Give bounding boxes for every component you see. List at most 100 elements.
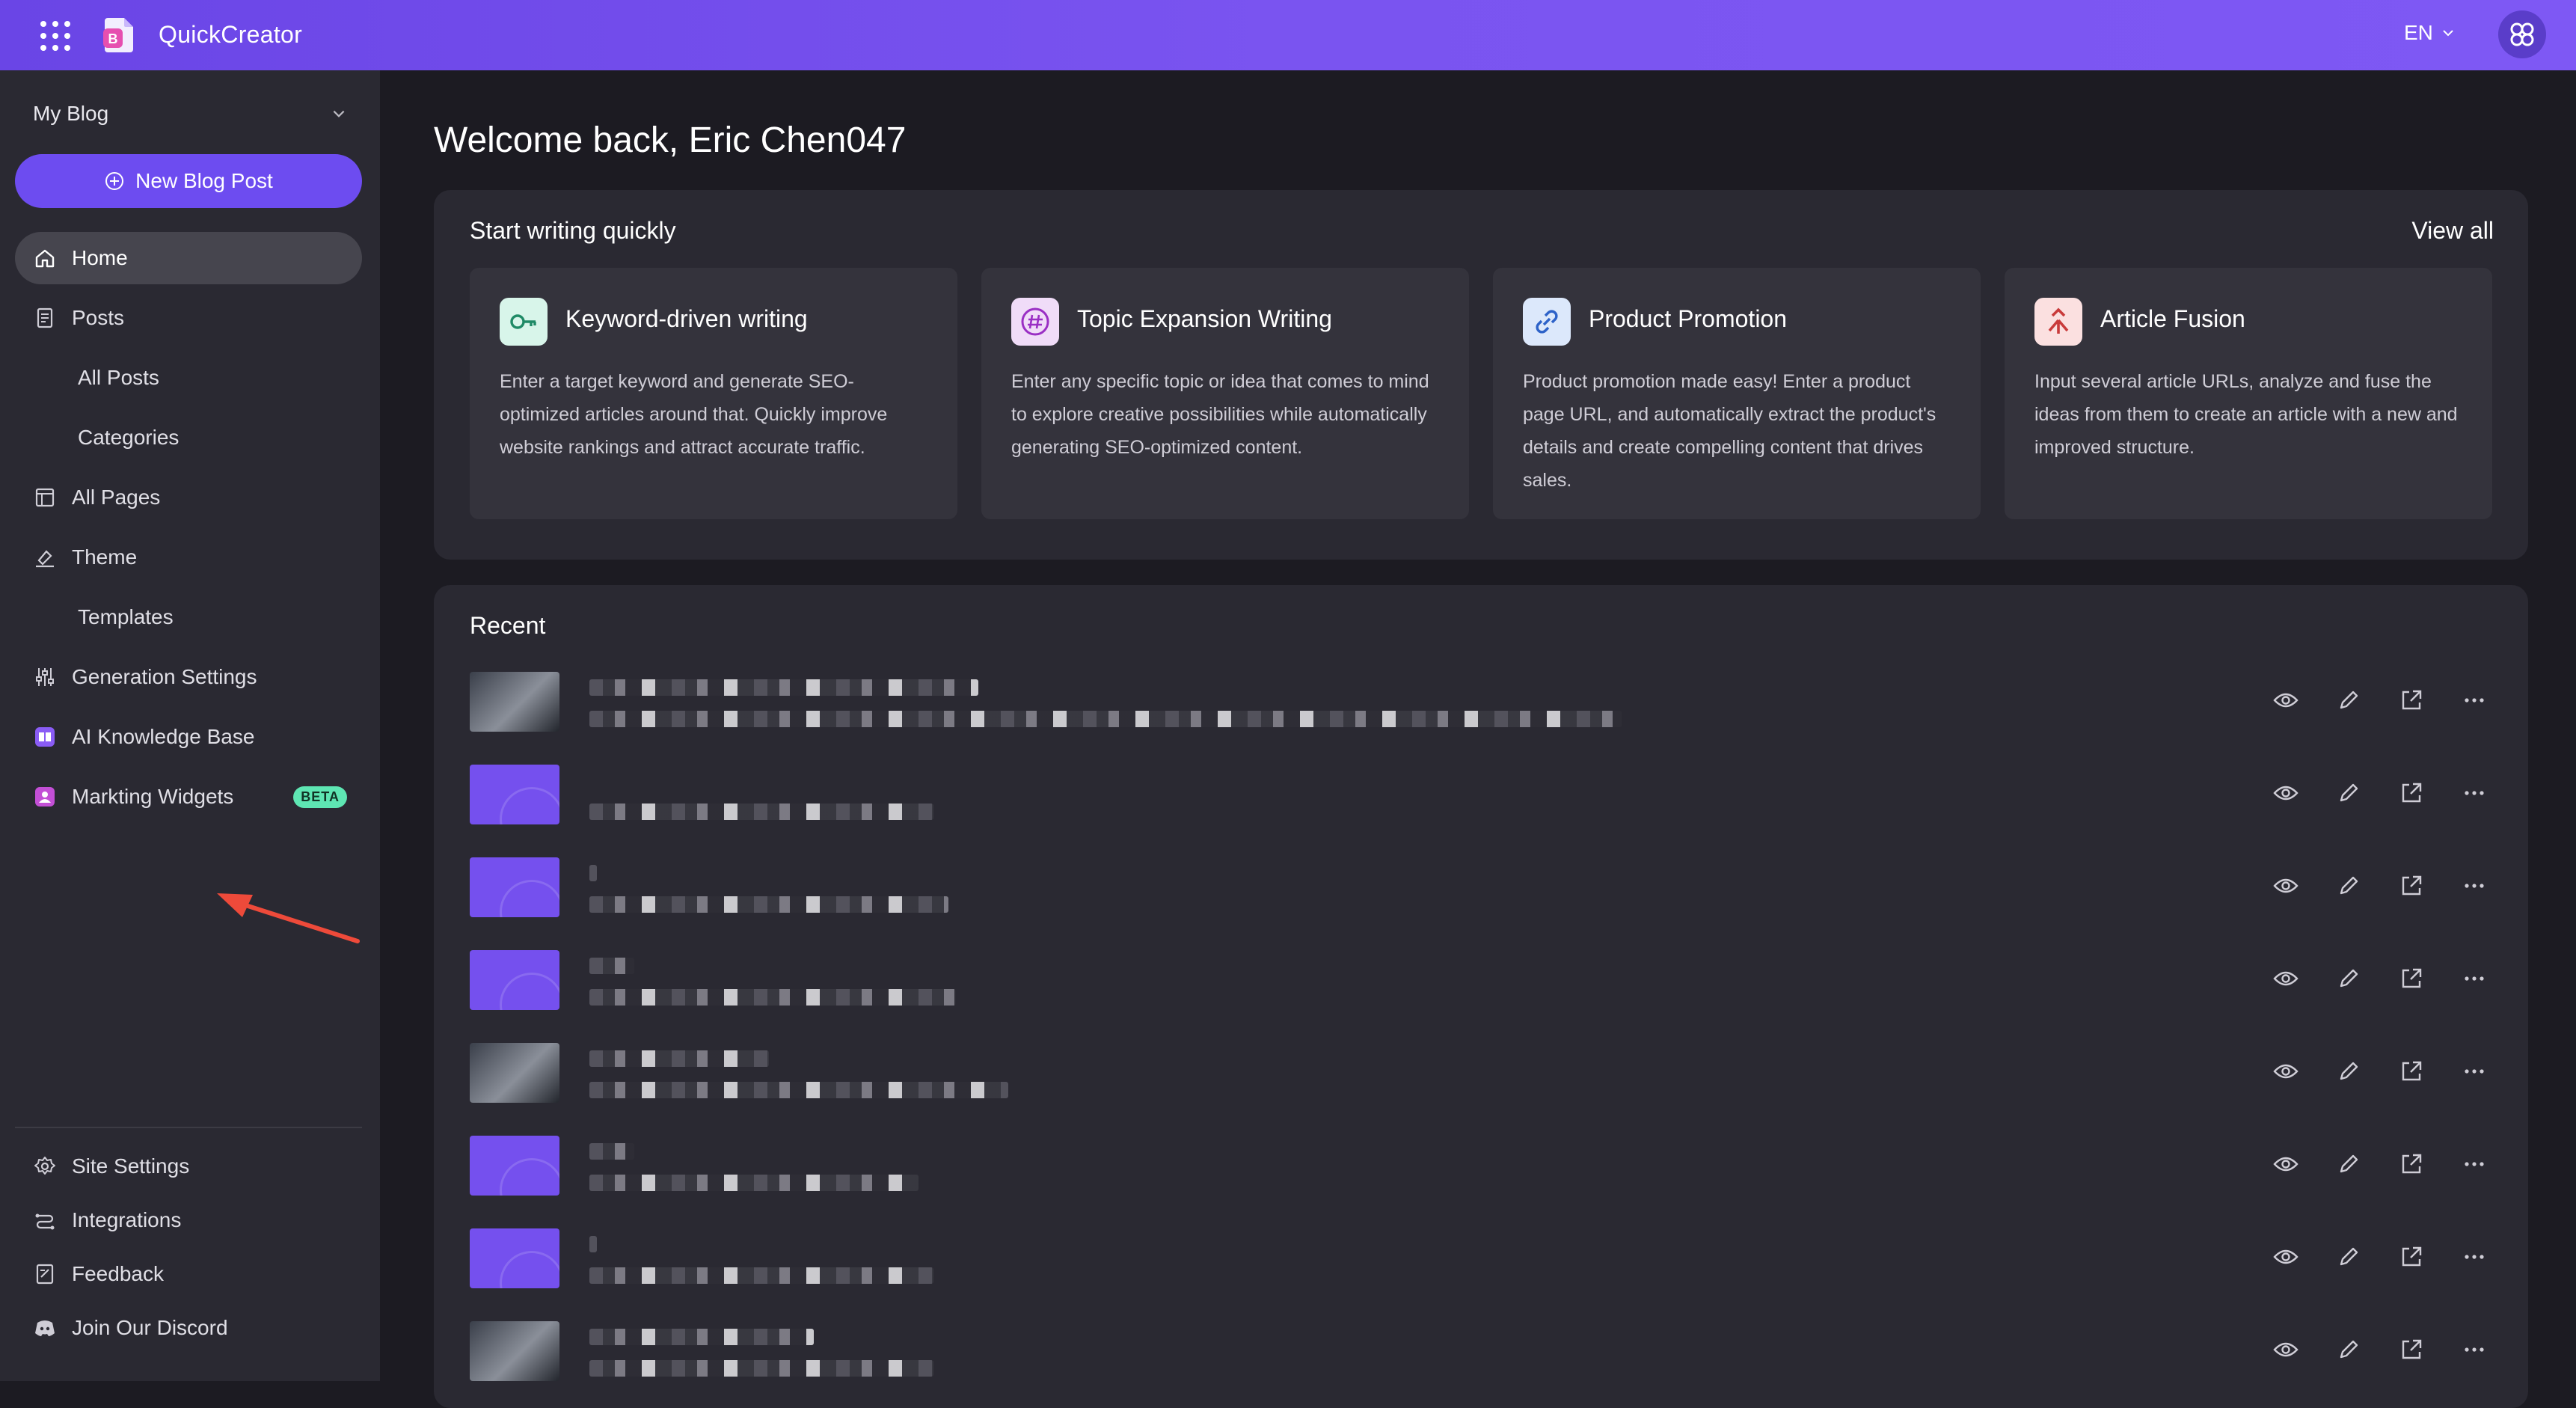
row-actions [2271, 1149, 2489, 1179]
card-product-promotion[interactable]: Product Promotion Product promotion made… [1493, 268, 1981, 519]
sidebar-item-posts[interactable]: Posts [15, 292, 362, 344]
recent-post-row[interactable] [470, 765, 2492, 827]
eye-icon[interactable] [2271, 778, 2301, 808]
recent-post-row[interactable] [470, 1043, 2492, 1106]
pencil-icon[interactable] [2334, 1242, 2364, 1272]
card-title: Keyword-driven writing [565, 305, 808, 332]
sidebar-item-all-pages[interactable]: All Pages [15, 471, 362, 524]
sidebar-item-home[interactable]: Home [15, 232, 362, 284]
pencil-icon[interactable] [2334, 1056, 2364, 1086]
recent-post-row[interactable] [470, 1228, 2492, 1291]
recent-post-row[interactable] [470, 672, 2492, 735]
brush-icon [31, 544, 58, 571]
sidebar-item-templates[interactable]: Templates [15, 591, 362, 643]
external-link-icon[interactable] [2396, 964, 2426, 994]
blog-selector-label: My Blog [33, 102, 109, 125]
pencil-icon[interactable] [2334, 964, 2364, 994]
eye-icon[interactable] [2271, 964, 2301, 994]
card-description: Product promotion made easy! Enter a pro… [1523, 371, 1936, 491]
row-actions [2271, 871, 2489, 901]
more-icon[interactable] [2459, 778, 2489, 808]
pencil-icon[interactable] [2334, 1335, 2364, 1365]
obscured-text [589, 1050, 769, 1067]
post-thumbnail [470, 765, 559, 824]
home-icon [31, 245, 58, 272]
external-link-icon[interactable] [2396, 1056, 2426, 1086]
sidebar-item-categories[interactable]: Categories [15, 411, 362, 464]
sidebar-item-site-settings[interactable]: Site Settings [15, 1140, 362, 1193]
svg-text:B: B [108, 31, 118, 46]
eye-icon[interactable] [2271, 871, 2301, 901]
recent-post-row[interactable] [470, 950, 2492, 1013]
external-link-icon[interactable] [2396, 778, 2426, 808]
post-thumbnail [470, 1228, 559, 1288]
obscured-text [589, 804, 933, 820]
recent-post-row[interactable] [470, 857, 2492, 920]
pencil-icon[interactable] [2334, 685, 2364, 715]
more-icon[interactable] [2459, 1056, 2489, 1086]
recent-post-row[interactable] [470, 1321, 2492, 1384]
sidebar-item-label: All Posts [78, 366, 159, 389]
user-avatar[interactable] [2498, 10, 2546, 58]
sidebar-item-all-posts[interactable]: All Posts [15, 352, 362, 404]
sidebar-item-marketing-widgets[interactable]: Markting Widgets BETA [15, 771, 362, 823]
more-icon[interactable] [2459, 685, 2489, 715]
sidebar-item-ai-knowledge-base[interactable]: AI Knowledge Base [15, 711, 362, 763]
sidebar-item-feedback[interactable]: Feedback [15, 1248, 362, 1300]
quick-start-panel: Start writing quickly View all Keyword-d… [434, 190, 2528, 560]
pencil-icon[interactable] [2334, 1149, 2364, 1179]
sidebar-item-discord[interactable]: Join Our Discord [15, 1302, 362, 1354]
language-selector[interactable]: EN [2404, 21, 2456, 45]
card-topic-expansion[interactable]: Topic Expansion Writing Enter any specif… [981, 268, 1469, 519]
card-description: Enter a target keyword and generate SEO-… [500, 371, 888, 458]
eye-icon[interactable] [2271, 1335, 2301, 1365]
more-icon[interactable] [2459, 1242, 2489, 1272]
external-link-icon[interactable] [2396, 685, 2426, 715]
merge-icon [2034, 298, 2082, 346]
eye-icon[interactable] [2271, 685, 2301, 715]
sidebar-item-label: Posts [72, 306, 125, 329]
new-blog-post-label: New Blog Post [135, 169, 273, 192]
chevron-down-icon [333, 110, 345, 117]
external-link-icon[interactable] [2396, 871, 2426, 901]
sidebar-item-theme[interactable]: Theme [15, 531, 362, 584]
post-thumbnail [470, 950, 559, 1010]
sidebar-item-label: Templates [78, 605, 174, 628]
new-blog-post-button[interactable]: New Blog Post [15, 154, 362, 208]
external-link-icon[interactable] [2396, 1149, 2426, 1179]
view-all-link[interactable]: View all [2411, 217, 2494, 245]
more-icon[interactable] [2459, 1335, 2489, 1365]
sidebar-item-integrations[interactable]: Integrations [15, 1194, 362, 1246]
quick-start-title: Start writing quickly [470, 217, 676, 244]
card-title: Product Promotion [1589, 305, 1788, 332]
sidebar-item-label: Feedback [72, 1262, 164, 1285]
recent-title: Recent [470, 612, 546, 639]
sidebar-item-label: Markting Widgets [72, 785, 234, 808]
card-keyword-writing[interactable]: Keyword-driven writing Enter a target ke… [470, 268, 957, 519]
row-actions [2271, 778, 2489, 808]
pencil-icon[interactable] [2334, 778, 2364, 808]
annotation-arrow-icon [217, 893, 360, 943]
external-link-icon[interactable] [2396, 1335, 2426, 1365]
more-icon[interactable] [2459, 1149, 2489, 1179]
top-bar: B QuickCreator EN [0, 0, 2576, 70]
more-icon[interactable] [2459, 871, 2489, 901]
gear-icon [31, 1153, 58, 1180]
welcome-heading: Welcome back, Eric Chen047 [434, 120, 907, 160]
obscured-text [589, 711, 1622, 727]
language-label: EN [2404, 21, 2433, 44]
apps-grid-icon[interactable] [40, 21, 70, 51]
card-article-fusion[interactable]: Article Fusion Input several article URL… [2005, 268, 2492, 519]
sidebar-item-generation-settings[interactable]: Generation Settings [15, 651, 362, 703]
eye-icon[interactable] [2271, 1149, 2301, 1179]
blog-selector[interactable]: My Blog [33, 97, 347, 130]
recent-post-row[interactable] [470, 1136, 2492, 1199]
obscured-text [589, 896, 948, 913]
eye-icon[interactable] [2271, 1056, 2301, 1086]
eye-icon[interactable] [2271, 1242, 2301, 1272]
more-icon[interactable] [2459, 964, 2489, 994]
external-link-icon[interactable] [2396, 1242, 2426, 1272]
pencil-icon[interactable] [2334, 871, 2364, 901]
obscured-text [589, 1236, 597, 1252]
row-actions [2271, 1335, 2489, 1365]
